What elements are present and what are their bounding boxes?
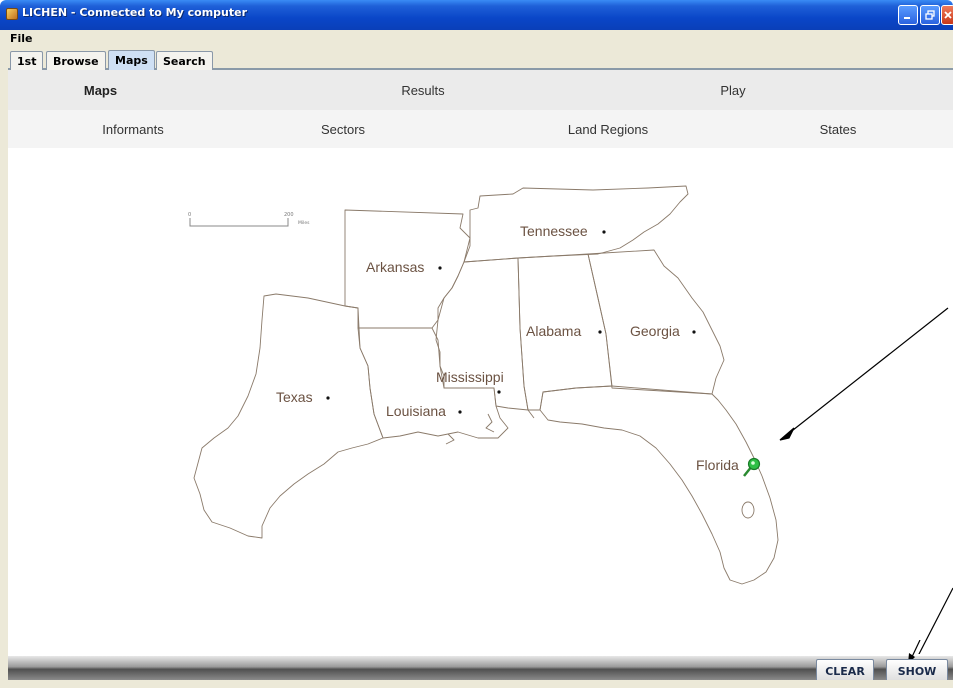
nav-states[interactable]: States (748, 110, 928, 148)
state-border-georgia (587, 249, 725, 395)
annotation-arrows (779, 307, 953, 654)
label-tennessee: Tennessee (520, 223, 588, 239)
label-arkansas: Arkansas (366, 259, 424, 275)
window-left-border (0, 30, 8, 688)
arrow-head-pin (779, 427, 795, 441)
status-strip (0, 680, 953, 688)
scale-end: 200 (284, 212, 294, 218)
label-texas: Texas (276, 389, 313, 405)
state-border-mississippi (435, 257, 529, 411)
primary-nav: Maps Results Play (8, 70, 953, 110)
close-icon[interactable] (941, 5, 953, 25)
nav-play[interactable]: Play (628, 70, 838, 110)
capital-dot-alabama (598, 330, 602, 334)
menu-file[interactable]: File (10, 32, 33, 45)
tab-1st[interactable]: 1st (10, 51, 44, 70)
tab-browse[interactable]: Browse (46, 51, 106, 70)
scale-bar (189, 218, 289, 227)
tab-strip: 1st Browse Maps Search (0, 48, 953, 70)
app-icon (6, 8, 18, 20)
map-pin-icon[interactable] (743, 457, 761, 477)
label-georgia: Georgia (630, 323, 680, 339)
label-alabama: Alabama (526, 323, 581, 339)
map-canvas[interactable]: 0 200 Miles Tennessee Arkansas Alabama G… (8, 148, 953, 654)
nav-informants[interactable]: Informants (28, 110, 238, 148)
arrow-to-pin (787, 307, 949, 435)
minimize-icon[interactable] (898, 5, 918, 25)
window-title: LICHEN - Connected to My computer (22, 6, 248, 19)
capital-dot-tennessee (602, 230, 606, 234)
label-mississippi: Mississippi (436, 369, 504, 385)
state-border-florida (539, 385, 779, 585)
scale-start: 0 (188, 212, 191, 218)
capital-dot-arkansas (438, 266, 442, 270)
restore-icon[interactable] (920, 5, 940, 25)
capital-dot-mississippi (497, 390, 501, 394)
capital-dot-texas (326, 396, 330, 400)
tab-maps[interactable]: Maps (108, 50, 155, 70)
scale-unit: Miles (298, 220, 310, 226)
capital-dot-georgia (692, 330, 696, 334)
secondary-nav: Informants Sectors Land Regions States (8, 110, 953, 148)
nav-land-regions[interactable]: Land Regions (493, 110, 723, 148)
state-border-texas (193, 293, 384, 539)
nav-results[interactable]: Results (318, 70, 528, 110)
menu-bar: File (0, 30, 953, 48)
tab-search[interactable]: Search (156, 51, 213, 70)
nav-sectors[interactable]: Sectors (243, 110, 443, 148)
coastline-detail (445, 409, 535, 445)
label-florida: Florida (696, 457, 739, 473)
southeast-states-map: 0 200 Miles Tennessee Arkansas Alabama G… (188, 185, 953, 654)
label-louisiana: Louisiana (386, 403, 446, 419)
window-title-bar[interactable]: LICHEN - Connected to My computer (0, 0, 953, 30)
lake-okeechobee (741, 501, 755, 519)
nav-maps[interactable]: Maps (8, 70, 193, 110)
bottom-toolbar (8, 656, 953, 680)
capital-dot-louisiana (458, 410, 462, 414)
